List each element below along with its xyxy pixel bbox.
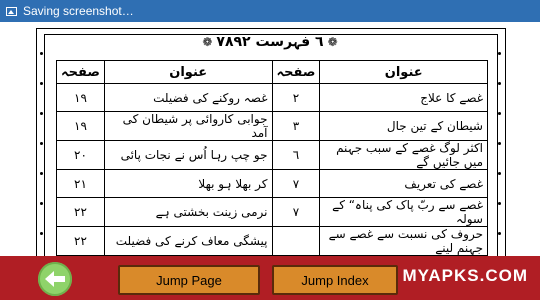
toc-entry-title[interactable]: نرمی زینت بخشتی ہے xyxy=(103,197,273,227)
table-row: شیطان کے تین جال ۳ جوابی کاروائی پر شیطا… xyxy=(56,111,488,141)
toc-entry-page: ۳ xyxy=(271,111,321,141)
book-page[interactable]: ❁ ۷۸٦ فہرست ۹۲ ❁ عنوان صفحہ عنوان صفحہ غصے… xyxy=(0,22,540,256)
table-row: غصے سے ربّ پاک کی پناہ“ کے سولہ ۷ نرمی ز… xyxy=(56,197,488,227)
toc-entry-page: ۲۲ xyxy=(56,226,105,256)
status-text: Saving screenshot… xyxy=(23,4,134,18)
contents-table: عنوان صفحہ عنوان صفحہ غصے کا علاج ۲ غصہ … xyxy=(56,60,488,256)
border-dot xyxy=(498,142,501,145)
jump-index-button[interactable]: Jump Index xyxy=(272,265,398,295)
border-dot xyxy=(498,232,501,235)
toc-entry-title[interactable]: غصے کا علاج xyxy=(319,83,488,112)
toc-entry-page: ۱۹ xyxy=(56,111,105,141)
toc-entry-title[interactable]: حروف کی نسبت سے غصے سے جہنم لینے xyxy=(319,226,488,256)
toc-entry-title[interactable]: کر بھلا ہو بھلا xyxy=(103,169,273,198)
toc-entry-title[interactable]: غصہ روکنے کی فضیلت xyxy=(103,83,273,112)
border-dot xyxy=(40,232,43,235)
toc-entry-page xyxy=(271,226,321,256)
ornament-icon: ❁ xyxy=(327,35,338,49)
watermark-text: MYAPKS.COM xyxy=(402,266,528,285)
toc-entry-title[interactable]: پیشگی معاف کرنے کی فضیلت xyxy=(103,226,273,256)
border-dot xyxy=(40,172,43,175)
border-dot xyxy=(498,172,501,175)
toc-entry-page: ۲۰ xyxy=(56,140,105,170)
border-dot xyxy=(498,52,501,55)
border-dot xyxy=(40,82,43,85)
toc-entry-title[interactable]: جوابی کاروائی پر شیطان کی آمد xyxy=(103,111,273,141)
toc-entry-page: ٦ xyxy=(271,140,321,170)
ornament-icon: ❁ xyxy=(202,35,213,49)
border-dot xyxy=(40,202,43,205)
table-row: اکثر لوگ غصے کے سبب جہنم میں جائیں گے ٦ … xyxy=(56,140,488,170)
toc-entry-title[interactable]: جو چپ رہا اُس نے نجات پائی xyxy=(103,140,273,170)
toc-entry-page: ۷ xyxy=(271,197,321,227)
border-dot xyxy=(40,112,43,115)
toc-entry-title[interactable]: غصے سے ربّ پاک کی پناہ“ کے سولہ xyxy=(319,197,488,227)
border-dot xyxy=(498,112,501,115)
table-row: غصے کی تعریف ۷ کر بھلا ہو بھلا ۲۱ xyxy=(56,169,488,198)
toc-entry-title[interactable]: شیطان کے تین جال xyxy=(319,111,488,141)
toc-entry-page: ۱۹ xyxy=(56,83,105,112)
toc-entry-page: ۲۱ xyxy=(56,169,105,198)
jump-page-button[interactable]: Jump Page xyxy=(118,265,260,295)
border-dot xyxy=(40,142,43,145)
toc-entry-title[interactable]: اکثر لوگ غصے کے سبب جہنم میں جائیں گے xyxy=(319,140,488,170)
column-header-page-left: صفحہ xyxy=(56,60,105,84)
border-dot xyxy=(40,52,43,55)
toc-entry-page: ۷ xyxy=(271,169,321,198)
page-title: ❁ ۷۸٦ فہرست ۹۲ ❁ xyxy=(202,34,338,50)
back-button[interactable] xyxy=(38,262,72,296)
left-arrow-icon xyxy=(45,271,65,287)
column-header-title-left: عنوان xyxy=(103,60,273,84)
toc-entry-title[interactable]: غصے کی تعریف xyxy=(319,169,488,198)
border-dot xyxy=(498,82,501,85)
toc-entry-page: ۲ xyxy=(271,83,321,112)
table-header-row: عنوان صفحہ عنوان صفحہ xyxy=(56,60,488,84)
border-dot xyxy=(498,202,501,205)
table-row: غصے کا علاج ۲ غصہ روکنے کی فضیلت ۱۹ xyxy=(56,83,488,112)
status-bar: Saving screenshot… xyxy=(0,0,540,22)
column-header-title-right: عنوان xyxy=(319,60,488,84)
image-icon xyxy=(6,6,17,16)
toc-entry-page: ۲۲ xyxy=(56,197,105,227)
table-row: حروف کی نسبت سے غصے سے جہنم لینے پیشگی م… xyxy=(56,226,488,256)
column-header-page-right: صفحہ xyxy=(271,60,321,84)
